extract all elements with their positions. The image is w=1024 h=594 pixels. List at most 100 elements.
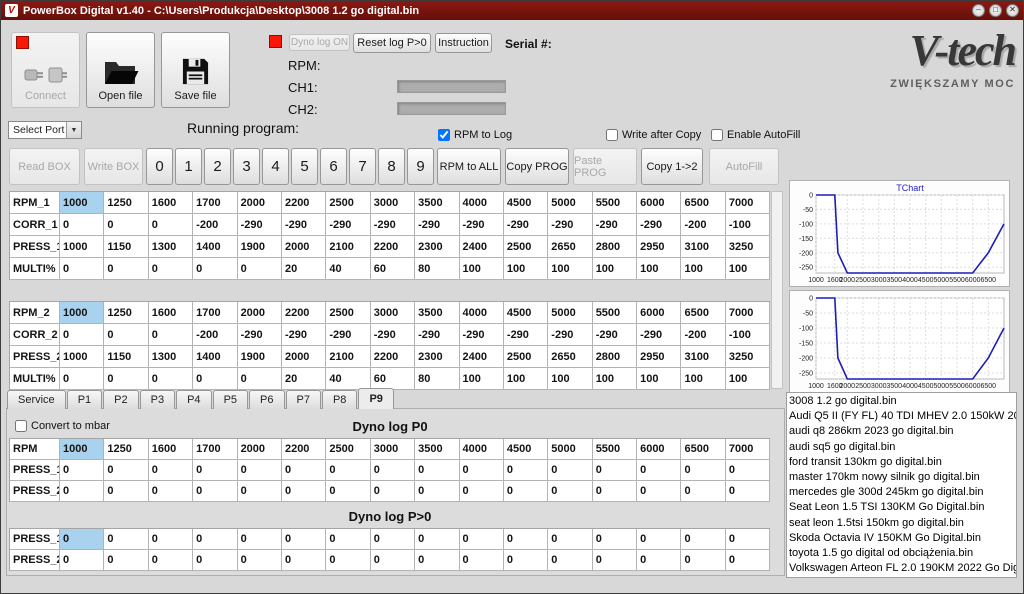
cell-press_2-1[interactable]: 1150 <box>104 346 148 368</box>
cell-corr_2-13[interactable]: -290 <box>637 324 681 346</box>
cell-rpm_2-3[interactable]: 1700 <box>193 302 237 324</box>
cell-press_1-15[interactable]: 0 <box>726 460 770 481</box>
cell-press_2-8[interactable]: 0 <box>415 550 459 571</box>
cell-corr_2-3[interactable]: -200 <box>193 324 237 346</box>
cell-press_1-4[interactable]: 0 <box>238 529 282 550</box>
cell-press_2-10[interactable]: 2500 <box>504 346 548 368</box>
cell-rpm-5[interactable]: 2200 <box>282 439 326 460</box>
cell-rpm_1-10[interactable]: 4500 <box>504 192 548 214</box>
file-item[interactable]: ford transit 130km go digital.bin <box>789 455 1014 470</box>
close-button[interactable]: ✕ <box>1006 4 1019 17</box>
file-item[interactable]: 3008 1.2 go digital.bin <box>789 394 1014 409</box>
cell-press_2-3[interactable]: 0 <box>193 481 237 502</box>
cell-press_2-6[interactable]: 0 <box>326 481 370 502</box>
select-port-dropdown[interactable]: Select Port ▼ <box>8 121 82 139</box>
cell-rpm_1-14[interactable]: 6500 <box>681 192 725 214</box>
cell-press_1-11[interactable]: 0 <box>548 460 592 481</box>
cell-press_2-2[interactable]: 0 <box>149 550 193 571</box>
cell-multi%-3[interactable]: 0 <box>193 368 237 390</box>
cell-corr_1-3[interactable]: -200 <box>193 214 237 236</box>
digit-button-9[interactable]: 9 <box>407 148 434 185</box>
cell-press_1-9[interactable]: 2400 <box>460 236 504 258</box>
reset-log-button[interactable]: Reset log P>0 <box>353 33 431 53</box>
cell-corr_1-8[interactable]: -290 <box>415 214 459 236</box>
tab-p6[interactable]: P6 <box>249 390 284 409</box>
cell-press_1-0[interactable]: 0 <box>60 460 104 481</box>
rpm-to-log-input[interactable] <box>438 129 450 141</box>
tab-p4[interactable]: P4 <box>176 390 211 409</box>
cell-multi%-15[interactable]: 100 <box>726 258 770 280</box>
cell-multi%-11[interactable]: 100 <box>548 368 592 390</box>
digit-button-0[interactable]: 0 <box>146 148 173 185</box>
cell-press_1-13[interactable]: 2950 <box>637 236 681 258</box>
cell-rpm-11[interactable]: 5000 <box>548 439 592 460</box>
cell-press_1-8[interactable]: 0 <box>415 460 459 481</box>
file-item[interactable]: Skoda Octavia IV 150KM Go Digital.bin <box>789 531 1014 546</box>
cell-press_1-10[interactable]: 2500 <box>504 236 548 258</box>
cell-rpm_1-11[interactable]: 5000 <box>548 192 592 214</box>
cell-multi%-10[interactable]: 100 <box>504 258 548 280</box>
cell-press_1-10[interactable]: 0 <box>504 460 548 481</box>
cell-rpm_1-0[interactable]: 1000 <box>60 192 104 214</box>
cell-press_1-6[interactable]: 0 <box>326 460 370 481</box>
cell-multi%-12[interactable]: 100 <box>593 258 637 280</box>
cell-multi%-14[interactable]: 100 <box>681 258 725 280</box>
cell-corr_2-11[interactable]: -290 <box>548 324 592 346</box>
cell-rpm-9[interactable]: 4000 <box>460 439 504 460</box>
cell-rpm-15[interactable]: 7000 <box>726 439 770 460</box>
cell-press_2-0[interactable]: 1000 <box>60 346 104 368</box>
cell-press_1-7[interactable]: 0 <box>371 529 415 550</box>
file-item[interactable]: mercedes gle 300d 245km go digital.bin <box>789 485 1014 500</box>
cell-multi%-1[interactable]: 0 <box>104 368 148 390</box>
cell-rpm_1-5[interactable]: 2200 <box>282 192 326 214</box>
cell-press_1-9[interactable]: 0 <box>460 460 504 481</box>
cell-press_1-12[interactable]: 2800 <box>593 236 637 258</box>
tab-p9[interactable]: P9 <box>358 388 393 409</box>
cell-corr_1-1[interactable]: 0 <box>104 214 148 236</box>
cell-press_1-8[interactable]: 0 <box>415 529 459 550</box>
tab-service[interactable]: Service <box>7 390 66 409</box>
cell-rpm_2-7[interactable]: 3000 <box>371 302 415 324</box>
cell-corr_1-6[interactable]: -290 <box>326 214 370 236</box>
cell-rpm_2-9[interactable]: 4000 <box>460 302 504 324</box>
cell-press_1-13[interactable]: 0 <box>637 529 681 550</box>
cell-press_2-3[interactable]: 1400 <box>193 346 237 368</box>
file-item[interactable]: Volkswagen Arteon FL 2.0 190KM 2022 Go D… <box>789 561 1014 576</box>
minimize-button[interactable]: – <box>972 4 985 17</box>
cell-press_2-9[interactable]: 0 <box>460 550 504 571</box>
cell-press_1-14[interactable]: 3100 <box>681 236 725 258</box>
cell-press_1-3[interactable]: 1400 <box>193 236 237 258</box>
cell-rpm-4[interactable]: 2000 <box>238 439 282 460</box>
cell-press_1-10[interactable]: 0 <box>504 529 548 550</box>
file-item[interactable]: Audi Q5 II (FY FL) 40 TDI MHEV 2.0 150kW… <box>789 409 1014 424</box>
cell-press_1-4[interactable]: 0 <box>238 460 282 481</box>
cell-press_1-4[interactable]: 1900 <box>238 236 282 258</box>
cell-multi%-13[interactable]: 100 <box>637 368 681 390</box>
cell-press_1-1[interactable]: 0 <box>104 460 148 481</box>
cell-rpm_2-1[interactable]: 1250 <box>104 302 148 324</box>
cell-rpm_2-0[interactable]: 1000 <box>60 302 104 324</box>
digit-button-5[interactable]: 5 <box>291 148 318 185</box>
cell-multi%-9[interactable]: 100 <box>460 258 504 280</box>
cell-multi%-5[interactable]: 20 <box>282 368 326 390</box>
cell-rpm_2-13[interactable]: 6000 <box>637 302 681 324</box>
cell-rpm-14[interactable]: 6500 <box>681 439 725 460</box>
cell-multi%-4[interactable]: 0 <box>238 368 282 390</box>
tab-p7[interactable]: P7 <box>286 390 321 409</box>
cell-press_2-14[interactable]: 3100 <box>681 346 725 368</box>
cell-press_2-12[interactable]: 2800 <box>593 346 637 368</box>
cell-multi%-12[interactable]: 100 <box>593 368 637 390</box>
enable-autofill-input[interactable] <box>711 129 723 141</box>
cell-press_1-1[interactable]: 1150 <box>104 236 148 258</box>
cell-press_2-8[interactable]: 2300 <box>415 346 459 368</box>
cell-rpm-1[interactable]: 1250 <box>104 439 148 460</box>
cell-press_2-1[interactable]: 0 <box>104 481 148 502</box>
cell-multi%-1[interactable]: 0 <box>104 258 148 280</box>
cell-corr_2-9[interactable]: -290 <box>460 324 504 346</box>
cell-rpm_1-2[interactable]: 1600 <box>149 192 193 214</box>
save-file-button[interactable]: Save file <box>161 32 230 108</box>
cell-press_2-6[interactable]: 2100 <box>326 346 370 368</box>
tab-p5[interactable]: P5 <box>213 390 248 409</box>
cell-rpm-8[interactable]: 3500 <box>415 439 459 460</box>
cell-corr_1-15[interactable]: -100 <box>726 214 770 236</box>
